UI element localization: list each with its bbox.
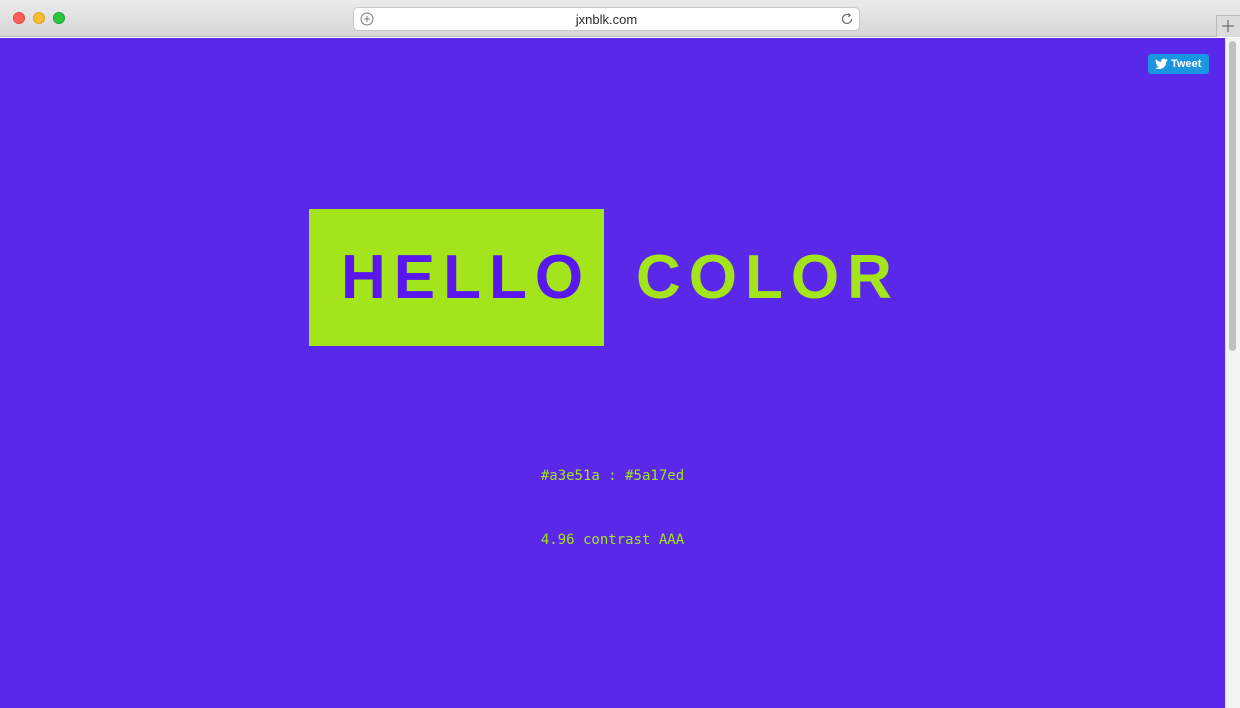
contrast-ratio: 4.96 contrast AAA <box>540 532 685 548</box>
new-tab-button[interactable] <box>1216 15 1240 37</box>
maximize-window-button[interactable] <box>53 12 65 24</box>
close-window-button[interactable] <box>13 12 25 24</box>
tweet-button[interactable]: Tweet <box>1148 54 1209 74</box>
hello-highlight-box: HELLO <box>309 209 604 346</box>
hex-color-pair: #a3e51a : #5a17ed <box>540 468 685 484</box>
browser-window: jxnblk.com Tweet HELLO COLOR #a3e51a : #… <box>0 0 1240 708</box>
vertical-scrollbar[interactable] <box>1225 38 1240 708</box>
page-content: Tweet HELLO COLOR #a3e51a : #5a17ed 4.96… <box>0 38 1225 708</box>
address-bar[interactable]: jxnblk.com <box>353 7 860 31</box>
tweet-label[interactable]: Tweet <box>1171 58 1201 70</box>
scrollbar-thumb[interactable] <box>1229 41 1236 351</box>
color-heading: COLOR <box>636 243 900 312</box>
plus-icon <box>1222 20 1234 32</box>
minimize-window-button[interactable] <box>33 12 45 24</box>
hello-heading: HELLO <box>341 243 592 312</box>
reload-icon[interactable] <box>840 12 854 26</box>
address-url[interactable]: jxnblk.com <box>354 12 859 27</box>
twitter-bird-icon <box>1155 58 1168 70</box>
browser-toolbar: jxnblk.com <box>0 0 1240 37</box>
